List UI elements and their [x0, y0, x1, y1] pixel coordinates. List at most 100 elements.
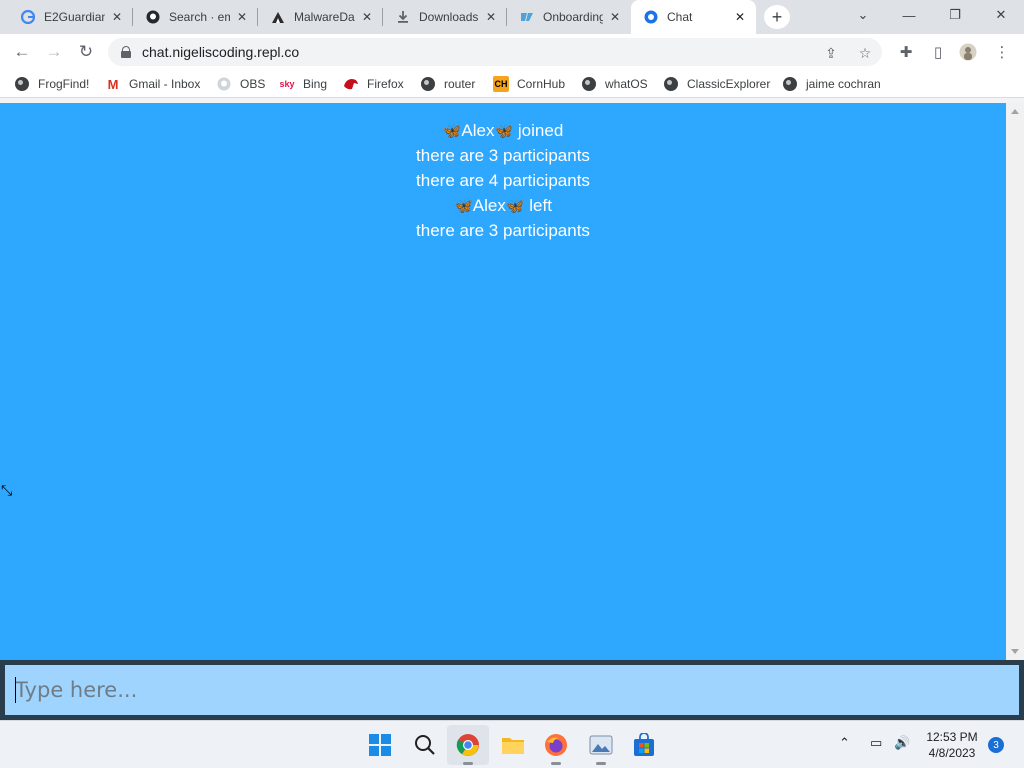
close-icon[interactable]: ✕: [109, 9, 125, 25]
tab-title: Onboarding: [543, 10, 603, 24]
chevron-up-icon[interactable]: ⌃: [839, 735, 850, 751]
chevron-down-icon: ⌄: [857, 7, 869, 22]
tab-downloads[interactable]: Downloads ✕: [383, 0, 507, 34]
globe-icon: [663, 76, 679, 92]
message-list: 🦋Alex🦋 joined there are 3 participants t…: [0, 118, 1006, 243]
tab-title: Downloads: [419, 10, 479, 24]
message-item: 🦋Alex🦋 joined: [0, 118, 1006, 143]
chrome-icon: [456, 734, 479, 756]
file-explorer-button[interactable]: [499, 731, 527, 759]
photos-taskbar-button[interactable]: [587, 731, 615, 765]
text-caret: [15, 677, 16, 703]
side-panel-icon[interactable]: ▯: [928, 42, 948, 62]
running-indicator: [551, 762, 561, 765]
bookmark-firefox[interactable]: Firefox: [343, 75, 404, 93]
star-icon[interactable]: ☆: [856, 44, 874, 62]
back-button[interactable]: ←: [8, 38, 36, 66]
close-window-button[interactable]: ✕: [978, 0, 1024, 30]
store-taskbar-button[interactable]: [630, 731, 658, 759]
puzzle-icon[interactable]: ✚: [896, 42, 916, 62]
search-button[interactable]: [411, 731, 439, 759]
tab-onboarding[interactable]: Onboarding ✕: [507, 0, 631, 34]
tab-search[interactable]: Search · em ✕: [133, 0, 258, 34]
system-clock[interactable]: 12:53 PM 4/8/2023: [922, 729, 982, 761]
running-indicator: [596, 762, 606, 765]
folder-icon: [502, 738, 524, 754]
tab-strip: E2Guardian ✕ Search · em ✕ MalwareDa ✕ D…: [0, 0, 1024, 34]
start-button[interactable]: [366, 731, 394, 759]
windows-logo-icon: [369, 734, 391, 756]
tab-chat[interactable]: Chat ✕: [631, 0, 756, 34]
bookmark-label: whatOS: [605, 77, 648, 91]
gmail-icon: M: [107, 76, 119, 92]
message-text: joined: [517, 121, 564, 140]
butterfly-icon: 🦋: [442, 123, 462, 140]
bookmark-obs[interactable]: OBS: [216, 75, 265, 93]
store-icon: [634, 733, 654, 756]
globe-icon: [782, 76, 798, 92]
more-options-icon[interactable]: ⋮: [992, 42, 1012, 62]
message-text: left: [529, 196, 552, 215]
share-icon[interactable]: ⇪: [822, 44, 840, 62]
close-icon: ✕: [995, 7, 1007, 22]
minimize-button[interactable]: —: [886, 0, 932, 30]
tab-title: Search · em: [169, 10, 230, 24]
new-tab-button[interactable]: +: [764, 5, 790, 29]
reload-button[interactable]: ↻: [72, 38, 100, 66]
github-icon: [216, 76, 232, 92]
close-icon[interactable]: ✕: [234, 9, 250, 25]
bookmark-router[interactable]: router: [420, 75, 475, 93]
notification-badge[interactable]: 3: [988, 737, 1004, 753]
bookmark-whatos[interactable]: whatOS: [581, 75, 648, 93]
photos-icon: [589, 735, 613, 755]
clock-date: 4/8/2023: [928, 746, 976, 760]
url-text: chat.nigeliscoding.repl.co: [142, 44, 300, 60]
globe-icon: [581, 76, 597, 92]
bookmark-gmail[interactable]: M Gmail - Inbox: [105, 75, 201, 93]
chrome-taskbar-button[interactable]: [454, 731, 482, 765]
bookmark-label: Firefox: [367, 77, 404, 91]
network-icon[interactable]: ▭: [870, 735, 882, 751]
clock-time: 12:53 PM: [926, 730, 978, 744]
globe-icon: [420, 76, 436, 92]
message-item: there are 3 participants: [416, 146, 590, 165]
running-indicator: [463, 762, 473, 765]
bookmark-jaime-cochran[interactable]: jaime cochran: [782, 75, 881, 93]
bookmark-label: Bing: [303, 77, 328, 91]
volume-icon[interactable]: 🔊: [894, 735, 910, 751]
close-icon[interactable]: ✕: [732, 9, 748, 25]
minimize-icon: —: [902, 7, 916, 23]
message-item: 🦋Alex🦋 left: [0, 193, 1006, 218]
close-icon[interactable]: ✕: [607, 9, 623, 25]
user-name: Alex: [472, 196, 506, 215]
scroll-down-icon[interactable]: [1011, 649, 1019, 654]
forward-button[interactable]: →: [40, 38, 68, 66]
tab-search-button[interactable]: ⌄: [840, 0, 886, 30]
bookmark-label: FrogFind!: [38, 77, 90, 91]
message-input[interactable]: [5, 665, 1019, 715]
tab-e2guardian[interactable]: E2Guardian ✕: [8, 0, 133, 34]
close-icon[interactable]: ✕: [483, 9, 499, 25]
browser-toolbar: ← → ↻ chat.nigeliscoding.repl.co ⇪ ☆ ✚ ▯…: [0, 34, 1024, 70]
sky-icon: sky: [279, 79, 295, 89]
bookmark-frogfind[interactable]: FrogFind!: [14, 75, 89, 93]
bookmark-cornhub[interactable]: CH CornHub: [493, 75, 565, 93]
restore-button[interactable]: ❐: [932, 0, 978, 30]
close-icon[interactable]: ✕: [359, 9, 375, 25]
chat-input-bar: [0, 660, 1024, 720]
user-name: Alex: [461, 121, 495, 140]
bookmarks-bar: FrogFind! M Gmail - Inbox OBS sky Bing Fir…: [0, 70, 1024, 98]
scroll-up-icon[interactable]: [1011, 109, 1019, 114]
bookmark-classicexplorer[interactable]: ClassicExplorer: [663, 75, 770, 93]
profile-avatar-icon[interactable]: [958, 42, 978, 62]
firefox-taskbar-button[interactable]: [542, 731, 570, 765]
page-scrollbar[interactable]: [1006, 103, 1024, 660]
malwaredatabase-icon: [270, 9, 286, 25]
butterfly-icon: 🦋: [505, 198, 525, 215]
tab-malwaredatabase[interactable]: MalwareDa ✕: [258, 0, 383, 34]
arrow-right-icon: →: [45, 42, 63, 61]
restore-icon: ❐: [949, 7, 961, 22]
globe-icon: [14, 76, 30, 92]
address-bar[interactable]: chat.nigeliscoding.repl.co ⇪ ☆: [108, 38, 882, 66]
bookmark-bing[interactable]: sky Bing: [279, 75, 327, 93]
